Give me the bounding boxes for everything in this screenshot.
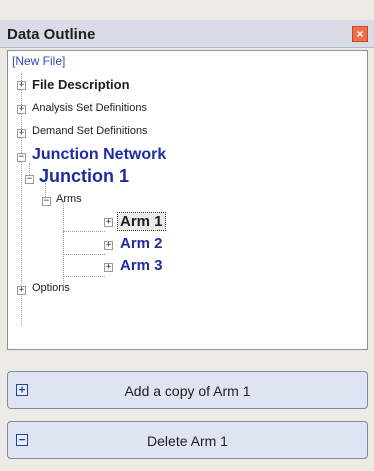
tree-item-arm-1[interactable]: Arm 1 [117, 212, 166, 231]
tree-view[interactable]: [New File] + File Description + Analysis… [7, 50, 368, 350]
tree-item-demand-set-definitions[interactable]: Demand Set Definitions [32, 125, 148, 137]
tree-connector [63, 254, 105, 255]
expand-icon[interactable]: + [17, 129, 26, 138]
delete-arm-label: Delete Arm 1 [147, 433, 228, 449]
delete-arm-button[interactable]: − Delete Arm 1 [7, 421, 368, 459]
tree-item-analysis-set-definitions[interactable]: Analysis Set Definitions [32, 102, 147, 114]
tree-item-options[interactable]: Options [32, 282, 70, 294]
tree-item-file-description[interactable]: File Description [32, 77, 130, 92]
tree-item-junction-1[interactable]: Junction 1 [39, 166, 129, 187]
collapse-icon[interactable]: − [17, 153, 26, 162]
tree-item-arms[interactable]: Arms [56, 193, 82, 205]
collapse-icon[interactable]: − [25, 175, 34, 184]
tree-connector [63, 231, 105, 232]
expand-icon[interactable]: + [104, 263, 113, 272]
expand-icon[interactable]: + [17, 105, 26, 114]
expand-icon[interactable]: + [17, 81, 26, 90]
tree-root-new-file[interactable]: [New File] [12, 54, 65, 68]
add-copy-label: Add a copy of Arm 1 [124, 383, 251, 399]
close-icon[interactable]: × [352, 26, 368, 42]
expand-icon[interactable]: + [104, 218, 113, 227]
title-bar: Data Outline × [0, 20, 374, 48]
collapse-icon[interactable]: − [42, 197, 51, 206]
tree-item-arm-3[interactable]: Arm 3 [120, 257, 163, 274]
panel-title: Data Outline [7, 26, 96, 43]
tree-item-junction-network[interactable]: Junction Network [32, 146, 166, 164]
data-outline-panel: Data Outline × [New File] + File Descrip… [0, 0, 374, 471]
tree-connector [63, 276, 105, 277]
expand-icon[interactable]: + [17, 286, 26, 295]
tree-item-arm-2[interactable]: Arm 2 [120, 235, 163, 252]
expand-icon[interactable]: + [104, 241, 113, 250]
tree-connector [63, 201, 64, 285]
add-copy-button[interactable]: + Add a copy of Arm 1 [7, 371, 368, 409]
